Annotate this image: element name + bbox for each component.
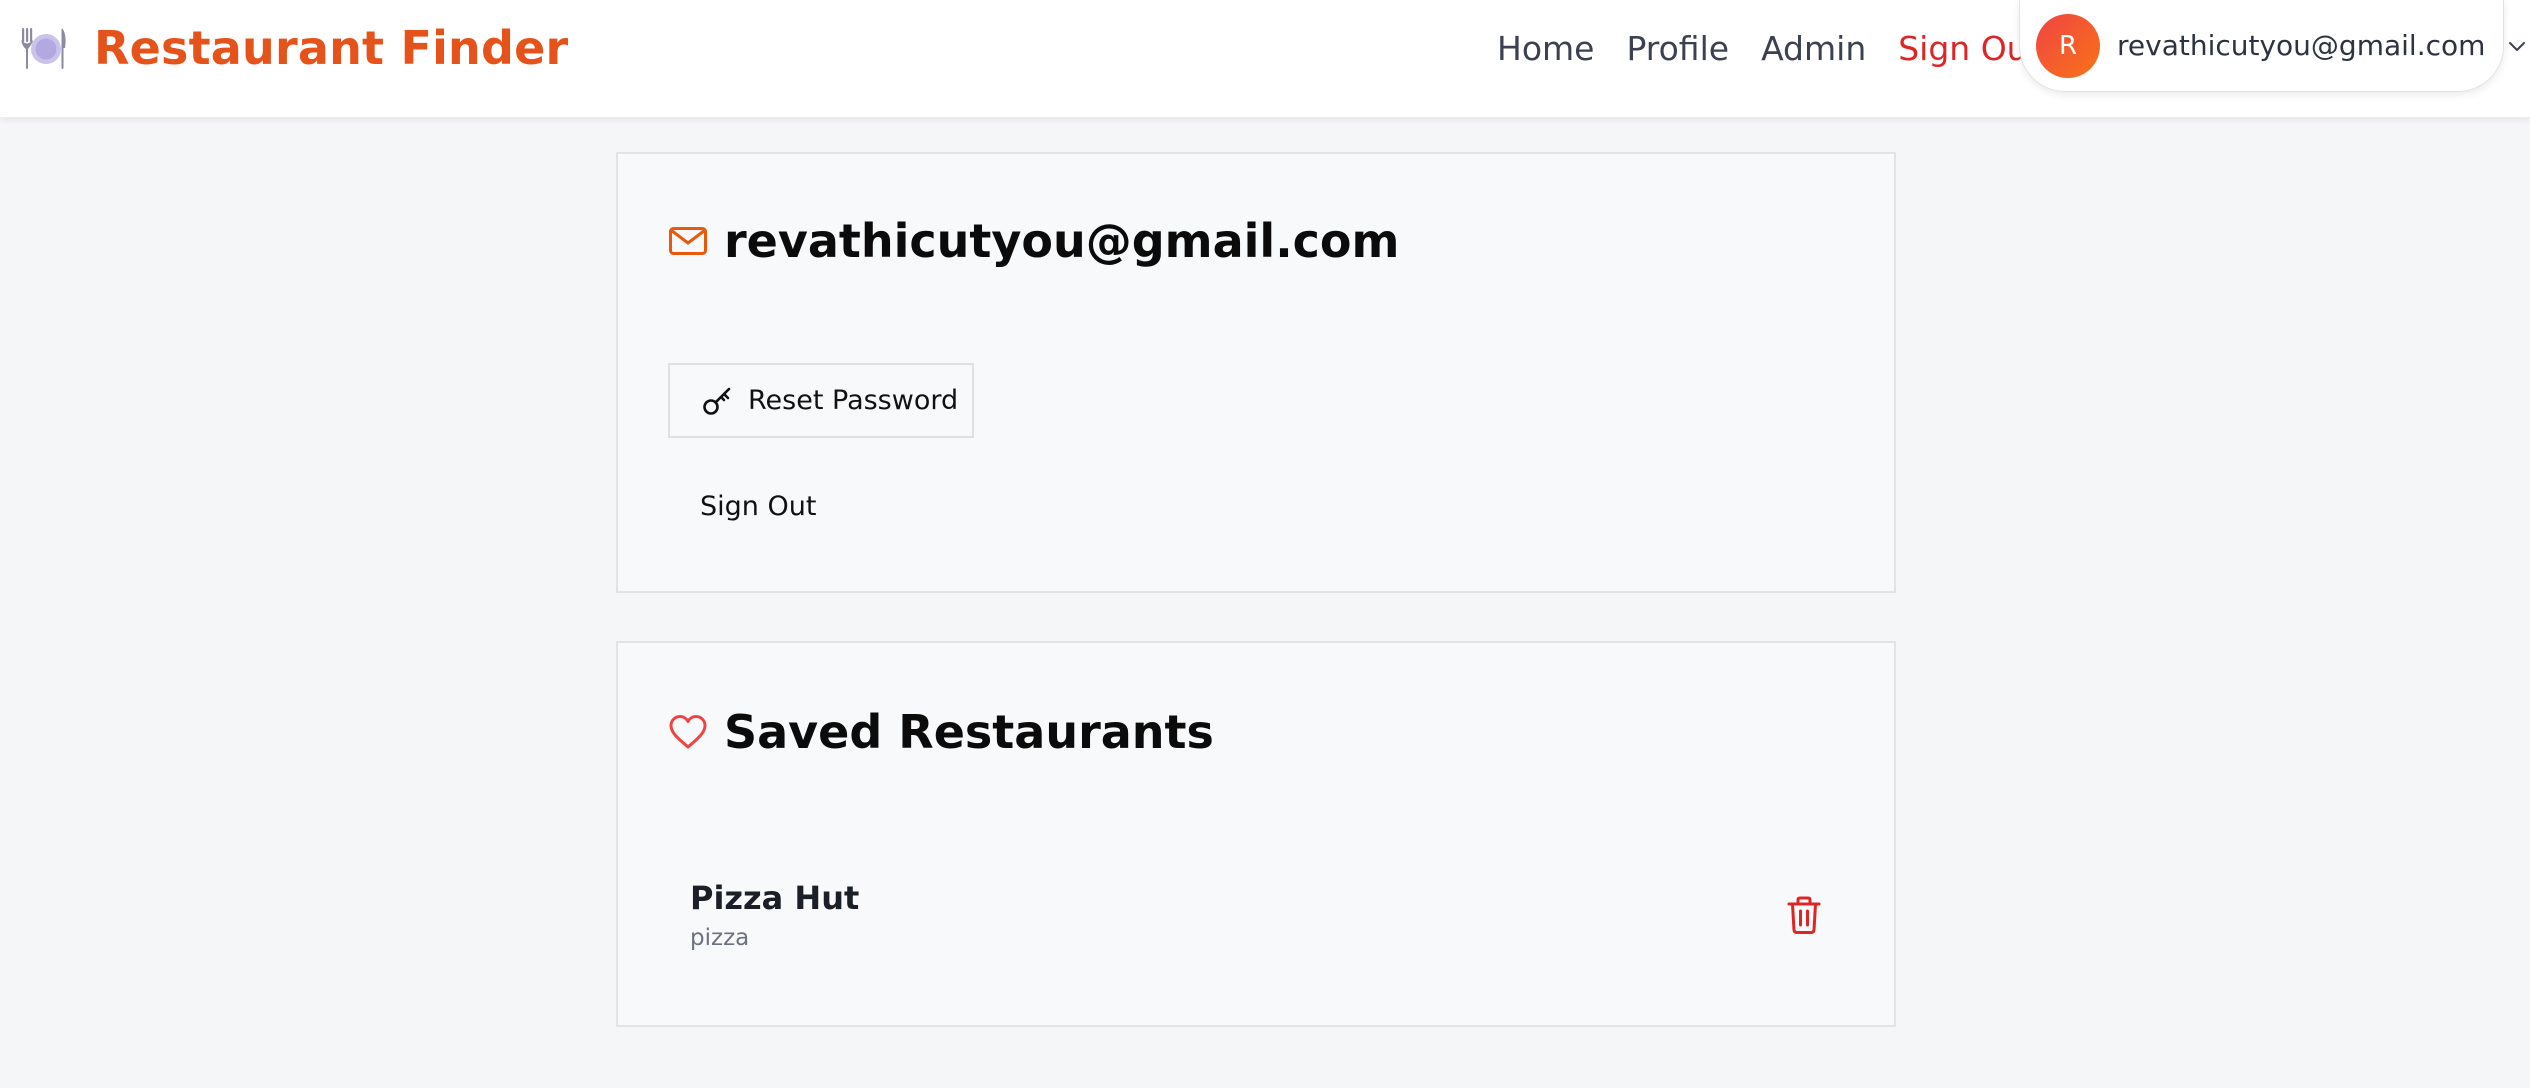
top-navbar: Restaurant Finder Home Profile Admin Sig… <box>0 0 2530 118</box>
avatar: R <box>2036 13 2100 78</box>
profile-card: revathicutyou@gmail.com Reset Password S… <box>616 152 1896 593</box>
chevron-down-icon <box>2509 41 2526 51</box>
envelope-icon <box>669 227 707 255</box>
restaurant-name: Pizza Hut <box>690 879 860 917</box>
user-menu-dropdown[interactable]: R revathicutyou@gmail.com <box>2019 0 2526 92</box>
restaurant-cuisine: pizza <box>690 925 750 951</box>
plate-cutlery-icon <box>21 28 66 69</box>
main-nav: Home Profile Admin Sign Out <box>1497 24 2041 72</box>
reset-password-label: Reset Password <box>748 385 959 416</box>
brand[interactable]: Restaurant Finder <box>16 20 568 76</box>
nav-admin-link[interactable]: Admin <box>1761 29 1866 68</box>
saved-restaurants-title: Saved Restaurants <box>724 705 1214 759</box>
nav-home-link[interactable]: Home <box>1497 29 1594 68</box>
saved-restaurants-card: Saved Restaurants Pizza Hut pizza <box>616 641 1896 1027</box>
profile-email-heading: revathicutyou@gmail.com <box>724 214 1400 268</box>
profile-heading: revathicutyou@gmail.com <box>668 206 1399 276</box>
reset-password-button[interactable]: Reset Password <box>668 363 974 438</box>
nav-profile-link[interactable]: Profile <box>1626 29 1729 68</box>
user-menu-email: revathicutyou@gmail.com <box>2117 29 2486 62</box>
app-title: Restaurant Finder <box>94 21 569 75</box>
list-item: Pizza Hut pizza <box>690 879 1850 959</box>
key-icon <box>703 387 731 415</box>
saved-restaurants-heading: Saved Restaurants <box>668 697 1214 767</box>
heart-icon <box>669 715 707 749</box>
profile-sign-out-button[interactable]: Sign Out <box>700 491 816 522</box>
delete-saved-restaurant-button[interactable] <box>1782 891 1826 939</box>
trash-icon <box>1787 896 1821 934</box>
